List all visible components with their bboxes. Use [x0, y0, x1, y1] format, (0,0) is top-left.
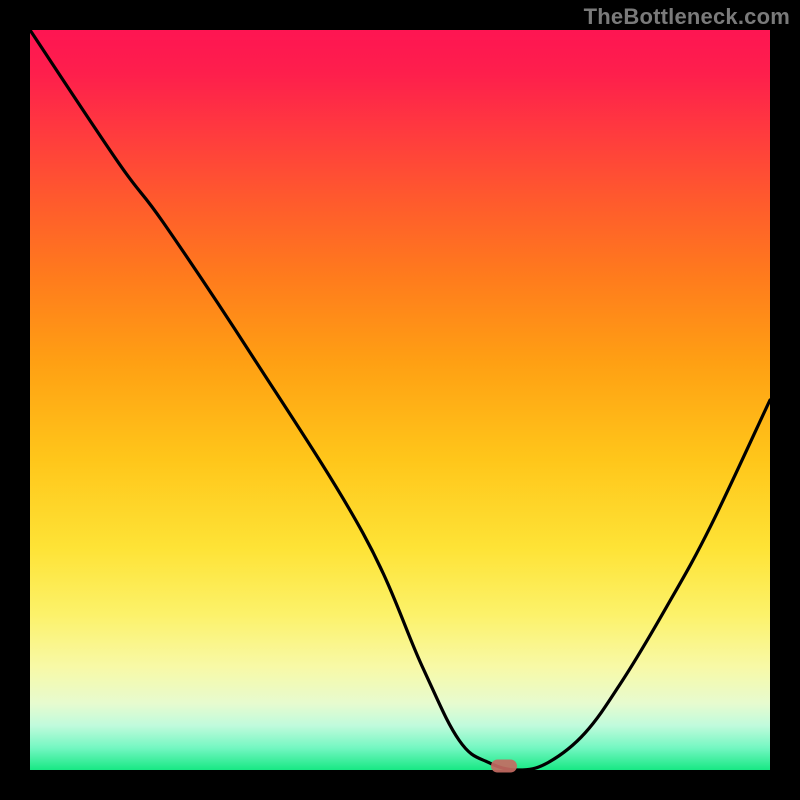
bottleneck-marker [491, 760, 517, 773]
plot-area [30, 30, 770, 770]
bottleneck-curve [30, 30, 770, 770]
chart-stage: TheBottleneck.com [0, 0, 800, 800]
curve-path [30, 30, 770, 770]
attribution-label: TheBottleneck.com [584, 4, 790, 30]
